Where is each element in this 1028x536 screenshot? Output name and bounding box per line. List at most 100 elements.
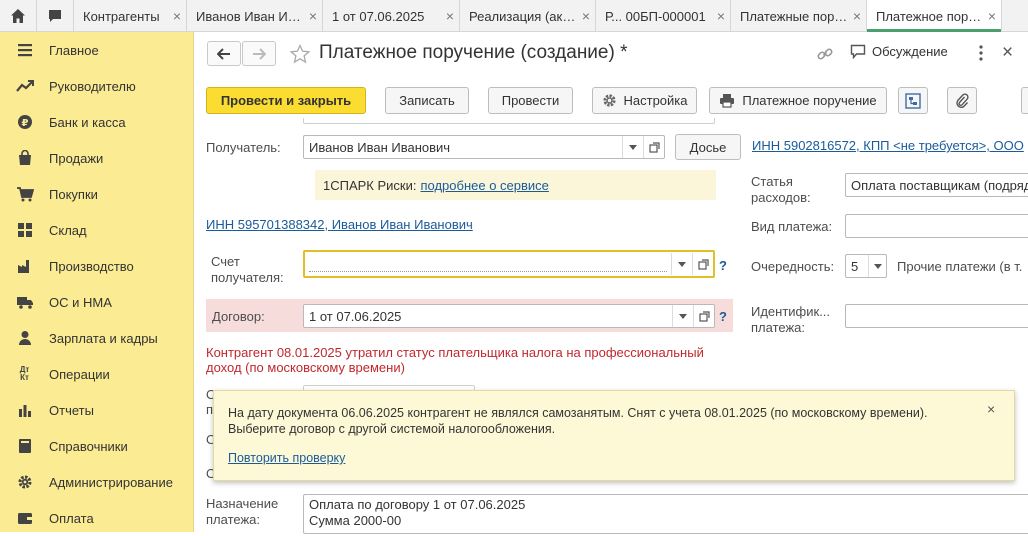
discussion-button[interactable]: Обсуждение <box>850 44 948 59</box>
gear-icon <box>0 474 49 490</box>
link-icon[interactable] <box>816 45 834 63</box>
structure-button[interactable] <box>898 87 928 114</box>
home-button[interactable] <box>0 0 37 32</box>
discussions-button[interactable] <box>37 0 74 32</box>
retry-check-link[interactable]: Повторить проверку <box>228 451 345 465</box>
purpose-label-line1: Назначение <box>206 496 279 511</box>
sidebar-item-reports[interactable]: Отчеты <box>0 392 194 428</box>
sidebar-item-bank[interactable]: ₽ Банк и касса <box>0 104 194 140</box>
payment-purpose-textarea[interactable]: Оплата по договору 1 от 07.06.2025 Сумма… <box>303 494 1028 534</box>
priority-field[interactable]: 5 <box>845 254 887 278</box>
post-button[interactable]: Провести <box>488 87 573 114</box>
printer-icon <box>720 94 735 108</box>
tax-status-warning: Контрагент 08.01.2025 утратил статус пла… <box>206 345 704 375</box>
forward-button[interactable] <box>242 41 276 66</box>
payment-identifier-field[interactable] <box>845 304 1028 328</box>
chevron-down-icon[interactable] <box>671 253 692 275</box>
sidebar-item-manager[interactable]: Руководителю <box>0 68 194 104</box>
attachments-button[interactable] <box>947 87 977 114</box>
arrow-left-icon <box>217 47 230 60</box>
open-form-icon[interactable] <box>643 136 664 158</box>
sidebar-item-label: Отчеты <box>49 402 94 418</box>
open-form-icon[interactable] <box>692 253 713 275</box>
sidebar-item-sales[interactable]: Продажи <box>0 140 194 176</box>
sidebar-item-label: Операции <box>49 366 110 382</box>
payment-type-field[interactable] <box>845 214 1028 238</box>
contract-help-icon[interactable]: ? <box>719 309 727 324</box>
tab-sale-document[interactable]: Р... 00БП-000001 × <box>596 0 731 32</box>
popup-message-line1: На дату документа 06.06.2025 контрагент … <box>228 406 928 420</box>
structure-icon <box>905 92 921 109</box>
contract-value: 1 от 07.06.2025 <box>309 308 402 324</box>
sidebar-item-payment[interactable]: Оплата <box>0 500 194 536</box>
favorite-star-icon[interactable] <box>289 43 311 64</box>
sidebar-item-warehouse[interactable]: Склад <box>0 212 194 248</box>
close-icon[interactable]: × <box>441 8 459 24</box>
sidebar-item-label: Продажи <box>49 150 104 166</box>
close-icon[interactable]: × <box>983 8 1001 24</box>
self-employed-check-popup: На дату документа 06.06.2025 контрагент … <box>213 390 1015 481</box>
tab-counterparty-card[interactable]: Иванов Иван Иванович × <box>187 0 323 32</box>
recipient-field[interactable]: Иванов Иван Иванович <box>303 135 665 159</box>
sidebar-item-catalogs[interactable]: Справочники <box>0 428 194 464</box>
bar-chart-icon <box>0 403 49 417</box>
close-icon[interactable]: × <box>577 8 595 24</box>
paperclip-icon <box>956 92 969 108</box>
sidebar-item-administration[interactable]: Администрирование <box>0 464 194 500</box>
popup-message-line2: Выберите договор с другой системой налог… <box>228 422 556 436</box>
sidebar-item-main[interactable]: Главное <box>0 32 194 68</box>
tab-label: Платежное поручение <box>876 8 983 24</box>
more-actions-icon[interactable] <box>974 43 988 63</box>
post-and-close-button[interactable]: Провести и закрыть <box>206 87 366 114</box>
close-icon[interactable]: × <box>168 8 186 24</box>
menu-icon <box>0 43 49 57</box>
page-title: Платежное поручение (создание) * <box>319 42 628 63</box>
account-label-line2: получателя: <box>211 270 284 285</box>
account-value <box>309 256 667 272</box>
close-icon[interactable]: × <box>987 401 995 417</box>
trend-icon <box>0 79 49 93</box>
tab-label: Реализация (акт, накладная) <box>469 8 577 24</box>
tab-label: Контрагенты <box>83 8 160 24</box>
close-icon[interactable]: × <box>304 8 322 24</box>
settings-label: Настройка <box>623 93 688 108</box>
payment-type-label: Вид платежа: <box>751 219 833 234</box>
chevron-down-icon[interactable] <box>672 305 693 327</box>
recipient-account-field[interactable] <box>303 250 715 278</box>
chevron-down-icon[interactable] <box>622 136 643 158</box>
sidebar-item-production[interactable]: Производство <box>0 248 194 284</box>
expense-item-field[interactable]: Оплата поставщикам (подряд <box>845 173 1028 197</box>
account-help-icon[interactable]: ? <box>719 258 727 273</box>
company-inn-kpp-link[interactable]: ИНН 5902816572, КПП <не требуется>, ООО <box>752 138 1024 153</box>
tab-counterparties[interactable]: Контрагенты × <box>74 0 187 32</box>
contract-label: Договор: <box>212 309 265 324</box>
warehouse-icon <box>0 222 49 238</box>
close-icon[interactable]: × <box>848 8 866 24</box>
sidebar-item-purchases[interactable]: Покупки <box>0 176 194 212</box>
back-button[interactable] <box>207 41 241 66</box>
tab-contract[interactable]: 1 от 07.06.2025 × <box>323 0 460 32</box>
close-icon[interactable]: × <box>712 8 730 24</box>
recipient-inn-link[interactable]: ИНН 595701388342, Иванов Иван Иванович <box>206 217 473 232</box>
home-icon <box>11 9 25 23</box>
dossier-button[interactable]: Досье <box>675 134 741 160</box>
print-payment-order-button[interactable]: Платежное поручение <box>709 87 887 114</box>
sidebar-item-assets[interactable]: ОС и НМА <box>0 284 194 320</box>
sidebar-item-operations[interactable]: Дт Кт Операции <box>0 356 194 392</box>
overflow-button[interactable] <box>1021 87 1028 114</box>
account-label-line1: Счет <box>211 254 240 269</box>
close-form-icon[interactable]: × <box>1002 42 1013 64</box>
spark-details-link[interactable]: подробнее о сервисе <box>420 178 548 193</box>
print-label: Платежное поручение <box>742 93 877 108</box>
svg-text:₽: ₽ <box>21 118 28 129</box>
save-button[interactable]: Записать <box>385 87 469 114</box>
tab-payment-order[interactable]: Платежное поручение × <box>867 0 1002 32</box>
sidebar-item-payroll[interactable]: Зарплата и кадры <box>0 320 194 356</box>
tab-sale[interactable]: Реализация (акт, накладная) × <box>460 0 596 32</box>
chevron-down-icon[interactable] <box>868 255 886 277</box>
wallet-icon <box>0 511 49 525</box>
settings-button[interactable]: Настройка <box>592 87 697 114</box>
contract-field[interactable]: 1 от 07.06.2025 <box>303 304 715 328</box>
open-form-icon[interactable] <box>693 305 714 327</box>
tab-payment-orders[interactable]: Платежные поручения × <box>731 0 867 32</box>
